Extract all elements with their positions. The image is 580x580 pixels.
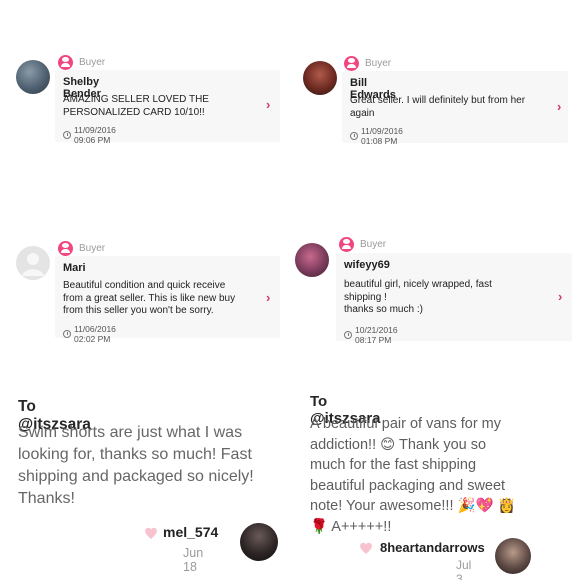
review-date: 11/06/2016 02:02 PM xyxy=(63,324,116,344)
buyer-badge: Buyer xyxy=(344,56,391,71)
buyer-label: Buyer xyxy=(360,239,387,250)
chevron-right-icon[interactable]: › xyxy=(266,290,270,305)
buyer-badge: Buyer xyxy=(339,237,386,252)
chevron-right-icon[interactable]: › xyxy=(558,289,562,304)
clock-icon xyxy=(63,131,71,139)
note-signer[interactable]: 8heartandarrows xyxy=(380,540,485,555)
avatar[interactable] xyxy=(295,243,329,277)
review-date: 11/09/2016 09:06 PM xyxy=(63,125,116,145)
buyer-label: Buyer xyxy=(79,57,106,68)
review-message: Beautiful condition and quick receive fr… xyxy=(63,280,236,316)
reviewer-name[interactable]: wifeyy69 xyxy=(344,259,390,271)
chevron-right-icon[interactable]: › xyxy=(266,97,270,112)
note-date: Jun 18 xyxy=(183,546,204,574)
note-body: A beautiful pair of vans for my addictio… xyxy=(310,416,516,535)
heart-icon[interactable] xyxy=(358,540,374,556)
avatar[interactable] xyxy=(16,60,50,94)
buyer-label: Buyer xyxy=(79,243,106,254)
note-body: Swim shorts are just what I was looking … xyxy=(18,424,254,507)
clock-icon xyxy=(63,330,71,338)
review-date-text: 10/21/2016 08:17 PM xyxy=(355,325,398,345)
review-message: AMAZING SELLER LOVED THE PERSONALIZED CA… xyxy=(63,94,209,118)
review-date: 10/21/2016 08:17 PM xyxy=(344,325,398,345)
heart-icon[interactable] xyxy=(143,525,159,541)
note-signer[interactable]: mel_574 xyxy=(163,524,218,540)
clock-icon xyxy=(344,331,352,339)
user-silhouette-icon xyxy=(22,253,44,276)
default-user-icon[interactable] xyxy=(16,246,50,280)
buyer-badge: Buyer xyxy=(58,241,105,256)
buyer-icon xyxy=(58,55,73,70)
avatar[interactable] xyxy=(495,538,531,574)
review-message: beautiful girl, nicely wrapped, fast shi… xyxy=(344,279,492,315)
review-date-text: 11/09/2016 09:06 PM xyxy=(74,125,116,145)
buyer-label: Buyer xyxy=(365,58,392,69)
review-date: 11/09/2016 01:08 PM xyxy=(350,126,403,146)
clock-icon xyxy=(350,132,358,140)
chevron-right-icon[interactable]: › xyxy=(557,99,561,114)
avatar[interactable] xyxy=(240,523,278,561)
note-date: Jul 3 xyxy=(456,558,472,580)
review-date-text: 11/06/2016 02:02 PM xyxy=(74,324,116,344)
buyer-icon xyxy=(344,56,359,71)
reviewer-name[interactable]: Mari xyxy=(63,262,86,274)
review-message: Great seller. I will definitely but from… xyxy=(350,95,526,119)
review-date-text: 11/09/2016 01:08 PM xyxy=(361,126,403,146)
avatar[interactable] xyxy=(303,61,337,95)
buyer-icon xyxy=(339,237,354,252)
buyer-icon xyxy=(58,241,73,256)
buyer-badge: Buyer xyxy=(58,55,105,70)
